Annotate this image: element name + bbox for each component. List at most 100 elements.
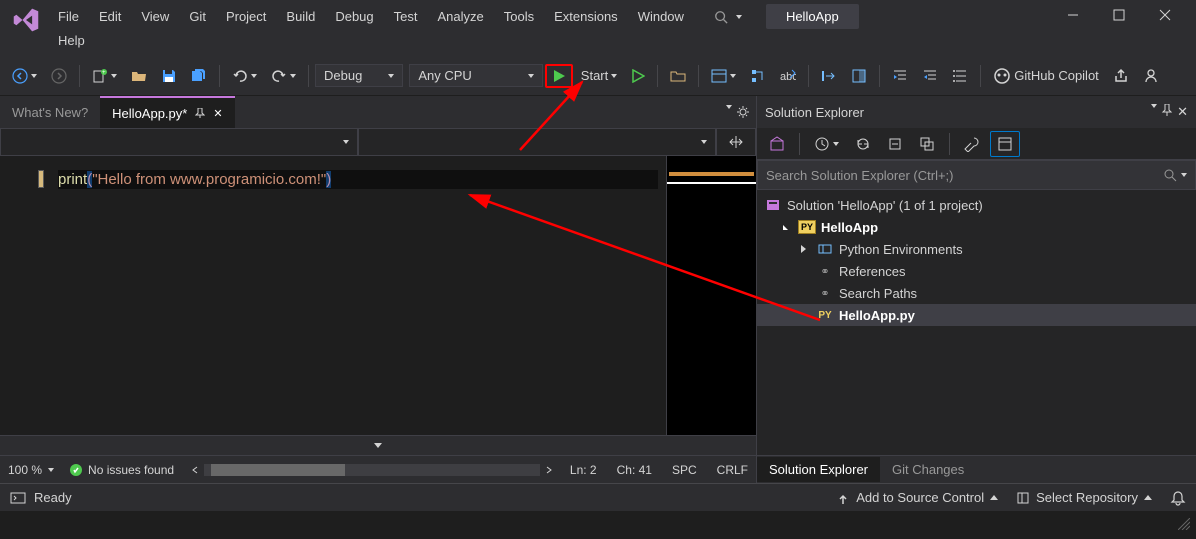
menu-git[interactable]: Git xyxy=(179,5,216,28)
col-indicator[interactable]: Ch: 41 xyxy=(617,463,652,477)
menu-test[interactable]: Test xyxy=(384,5,428,28)
solution-root[interactable]: Solution 'HelloApp' (1 of 1 project) xyxy=(757,194,1196,216)
solution-explorer-tab[interactable]: Solution Explorer xyxy=(757,457,880,482)
bell-icon[interactable] xyxy=(1170,490,1186,506)
collapse-icon[interactable] xyxy=(374,443,382,448)
sync-icon[interactable] xyxy=(849,132,877,156)
tab-active-file[interactable]: HelloApp.py* ✕ xyxy=(100,96,234,128)
layout-icon[interactable] xyxy=(705,64,742,88)
split-editor-button[interactable] xyxy=(716,128,756,156)
eol-mode[interactable]: CRLF xyxy=(717,463,748,477)
folder-icon[interactable] xyxy=(664,64,692,88)
project-node[interactable]: PY HelloApp xyxy=(757,216,1196,238)
menu-edit[interactable]: Edit xyxy=(89,5,131,28)
menu-file[interactable]: File xyxy=(48,5,89,28)
menu-tools[interactable]: Tools xyxy=(494,5,544,28)
align-icon[interactable] xyxy=(815,64,843,88)
search-paths-node[interactable]: ⚭ Search Paths xyxy=(757,282,1196,304)
issues-status[interactable]: No issues found xyxy=(70,463,174,477)
copilot-button[interactable]: GitHub Copilot xyxy=(987,63,1105,89)
minimize-button[interactable] xyxy=(1050,0,1096,30)
maximize-button[interactable] xyxy=(1096,0,1142,30)
solution-search[interactable]: Search Solution Explorer (Ctrl+;) xyxy=(757,160,1196,190)
start-label-button[interactable]: Start xyxy=(575,64,623,87)
source-control-button[interactable]: Add to Source Control xyxy=(836,490,998,505)
main-toolbar: + Debug Any CPU Start abc GitHub Copilot xyxy=(0,56,1196,96)
search-icon xyxy=(1163,168,1177,182)
open-file-button[interactable] xyxy=(125,64,153,88)
vs-logo-icon xyxy=(12,6,40,34)
file-node[interactable]: PY HelloApp.py xyxy=(757,304,1196,326)
search-box[interactable] xyxy=(702,6,754,28)
nav-forward-button[interactable] xyxy=(45,64,73,88)
tab-whats-new[interactable]: What's New? xyxy=(0,96,100,128)
tab-dropdown-icon[interactable] xyxy=(726,105,732,109)
output-icon[interactable] xyxy=(10,490,26,506)
start-debug-button[interactable] xyxy=(545,64,573,88)
start-no-debug-button[interactable] xyxy=(625,65,651,87)
menu-project[interactable]: Project xyxy=(216,5,276,28)
list-icon[interactable] xyxy=(946,64,974,88)
git-changes-tab[interactable]: Git Changes xyxy=(880,457,976,482)
platform-dropdown[interactable]: Any CPU xyxy=(409,64,542,87)
editor-gutter xyxy=(0,156,50,435)
preview-icon[interactable] xyxy=(990,131,1020,157)
indent-out-icon[interactable] xyxy=(916,64,944,88)
dock-icon[interactable] xyxy=(845,64,873,88)
pin-icon[interactable] xyxy=(195,108,205,118)
undo-button[interactable] xyxy=(226,64,263,88)
pin-panel-icon[interactable] xyxy=(1161,104,1173,116)
scroll-left-icon[interactable] xyxy=(190,465,200,475)
save-all-button[interactable] xyxy=(185,64,213,88)
editor-tabs: What's New? HelloApp.py* ✕ xyxy=(0,96,756,128)
editor-statusbar: 100 % No issues found Ln: 2 Ch: 41 SPC C… xyxy=(0,455,756,483)
share-icon[interactable] xyxy=(1107,64,1135,88)
horizontal-scrollbar[interactable] xyxy=(204,464,540,476)
status-text: Ready xyxy=(34,490,72,505)
tab-close-icon[interactable]: ✕ xyxy=(213,107,222,120)
menu-help[interactable]: Help xyxy=(48,29,95,52)
show-all-icon[interactable] xyxy=(913,132,941,156)
scroll-right-icon[interactable] xyxy=(544,465,554,475)
zoom-level[interactable]: 100 % xyxy=(8,463,54,477)
indent-mode[interactable]: SPC xyxy=(672,463,697,477)
close-button[interactable] xyxy=(1142,0,1188,30)
code-editor[interactable]: print("Hello from www.programicio.com!") xyxy=(50,156,666,435)
svg-text:+: + xyxy=(102,70,106,76)
scope-dropdown-left[interactable] xyxy=(0,128,358,156)
menu-build[interactable]: Build xyxy=(276,5,325,28)
references-node[interactable]: ⚭ References xyxy=(757,260,1196,282)
step-icon[interactable] xyxy=(744,64,772,88)
nav-back-button[interactable] xyxy=(6,64,43,88)
repo-selector[interactable]: Select Repository xyxy=(1016,490,1152,505)
menu-debug[interactable]: Debug xyxy=(325,5,383,28)
menu-extensions[interactable]: Extensions xyxy=(544,5,628,28)
overview-ruler[interactable] xyxy=(666,156,756,435)
main-menu: File Edit View Git Project Build Debug T… xyxy=(48,0,1050,52)
save-button[interactable] xyxy=(155,64,183,88)
close-panel-icon[interactable]: ✕ xyxy=(1177,104,1188,120)
line-indicator[interactable]: Ln: 2 xyxy=(570,463,597,477)
scope-dropdown-right[interactable] xyxy=(358,128,716,156)
resize-grip-icon[interactable] xyxy=(1178,517,1190,535)
home-view-icon[interactable] xyxy=(763,132,791,156)
indent-in-icon[interactable] xyxy=(886,64,914,88)
gear-icon[interactable] xyxy=(736,105,750,119)
statusbar: Ready Add to Source Control Select Repos… xyxy=(0,483,1196,511)
menu-window[interactable]: Window xyxy=(628,5,694,28)
solution-tree: Solution 'HelloApp' (1 of 1 project) PY … xyxy=(757,190,1196,455)
history-icon[interactable] xyxy=(808,132,845,156)
properties-icon[interactable] xyxy=(958,132,986,156)
menu-view[interactable]: View xyxy=(131,5,179,28)
user-icon[interactable] xyxy=(1137,64,1165,88)
svg-text:abc: abc xyxy=(780,71,796,83)
config-dropdown[interactable]: Debug xyxy=(315,64,403,87)
python-env-node[interactable]: Python Environments xyxy=(757,238,1196,260)
panel-dropdown-icon[interactable] xyxy=(1151,104,1157,108)
new-item-button[interactable]: + xyxy=(86,64,123,88)
solution-toolbar xyxy=(757,128,1196,160)
redo-button[interactable] xyxy=(265,64,302,88)
menu-analyze[interactable]: Analyze xyxy=(427,5,493,28)
collapse-all-icon[interactable] xyxy=(881,132,909,156)
rename-icon[interactable]: abc xyxy=(774,64,802,88)
